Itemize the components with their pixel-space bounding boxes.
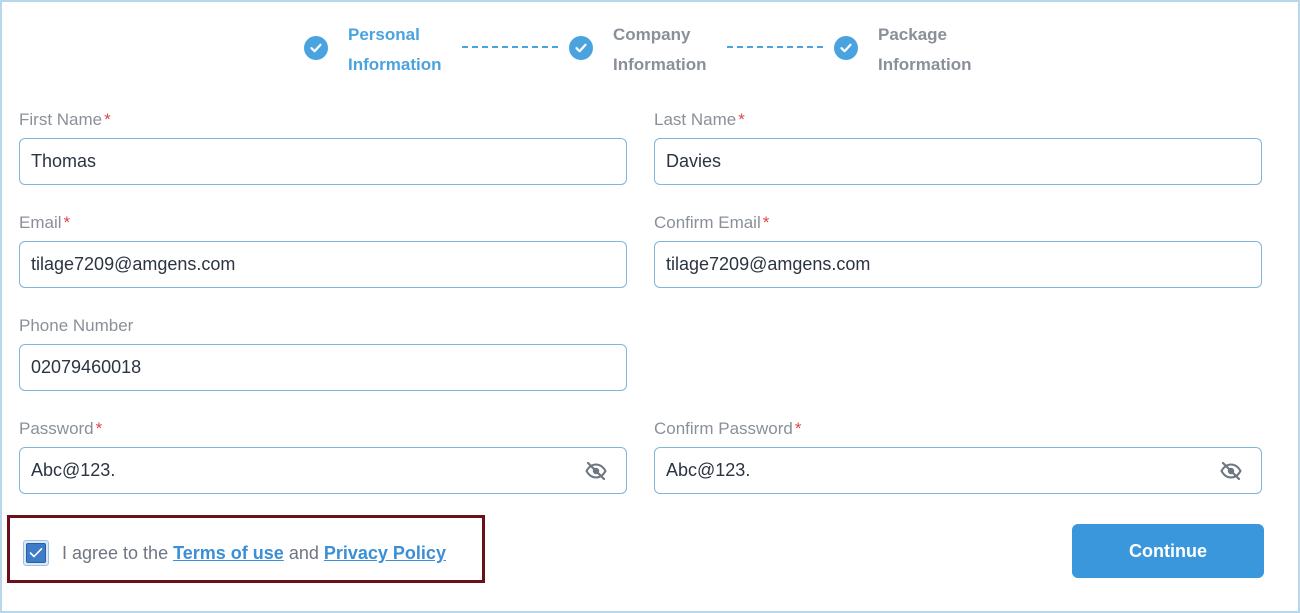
confirm-email-input[interactable] bbox=[666, 254, 1249, 275]
email-label: Email bbox=[19, 213, 62, 232]
confirm-password-input[interactable] bbox=[666, 460, 1219, 481]
agreement-conjunction: and bbox=[288, 543, 319, 563]
eye-slash-icon[interactable] bbox=[584, 459, 608, 483]
step-label: Company Information bbox=[613, 25, 707, 74]
email-field: Email * bbox=[19, 212, 627, 288]
required-mark: * bbox=[762, 213, 770, 232]
first-name-input[interactable] bbox=[31, 151, 614, 172]
email-input[interactable] bbox=[31, 254, 614, 275]
continue-button[interactable]: Continue bbox=[1072, 524, 1264, 578]
form-container: Personal Information Company Information P… bbox=[0, 0, 1300, 613]
password-input-box bbox=[19, 447, 627, 494]
phone-number-field: Phone Number bbox=[19, 315, 627, 391]
last-name-input-box bbox=[654, 138, 1262, 185]
first-name-input-box bbox=[19, 138, 627, 185]
required-mark: * bbox=[738, 110, 745, 129]
step-label: Package Information bbox=[878, 25, 972, 74]
agreement-prefix: I agree to the bbox=[62, 543, 169, 563]
confirm-email-label: Confirm Email bbox=[654, 213, 761, 232]
phone-number-input[interactable] bbox=[31, 357, 614, 378]
phone-number-label: Phone Number bbox=[19, 316, 134, 335]
email-input-box bbox=[19, 241, 627, 288]
required-mark: * bbox=[63, 213, 71, 232]
step-company-information[interactable]: Company Information bbox=[569, 20, 707, 80]
agree-checkbox[interactable] bbox=[23, 540, 49, 566]
step-connector bbox=[462, 46, 558, 48]
check-circle-icon bbox=[304, 36, 328, 60]
eye-slash-icon[interactable] bbox=[1219, 459, 1243, 483]
terms-of-use-link[interactable]: Terms of use bbox=[173, 543, 284, 563]
checkmark-icon bbox=[26, 543, 46, 563]
confirm-password-input-box bbox=[654, 447, 1262, 494]
confirm-password-label: Confirm Password bbox=[654, 419, 793, 438]
password-input[interactable] bbox=[31, 460, 584, 481]
step-label: Personal Information bbox=[348, 25, 442, 74]
password-label: Password bbox=[19, 419, 94, 438]
step-connector bbox=[727, 46, 823, 48]
confirm-password-field: Confirm Password * bbox=[654, 418, 1262, 494]
step-personal-information[interactable]: Personal Information bbox=[304, 20, 442, 80]
check-circle-icon bbox=[569, 36, 593, 60]
step-package-information[interactable]: Package Information bbox=[834, 20, 972, 80]
first-name-label: First Name bbox=[19, 110, 103, 129]
required-mark: * bbox=[95, 419, 103, 438]
privacy-policy-link[interactable]: Privacy Policy bbox=[324, 543, 446, 563]
agreement-highlight: I agree to the Terms of use and Privacy … bbox=[7, 515, 485, 583]
required-mark: * bbox=[104, 110, 111, 129]
confirm-email-input-box bbox=[654, 241, 1262, 288]
confirm-email-field: Confirm Email * bbox=[654, 212, 1262, 288]
last-name-input[interactable] bbox=[666, 151, 1249, 172]
password-field: Password * bbox=[19, 418, 627, 494]
first-name-field: First Name * bbox=[19, 109, 627, 185]
last-name-field: Last Name * bbox=[654, 109, 1262, 185]
agreement-text: I agree to the Terms of use and Privacy … bbox=[62, 540, 446, 566]
last-name-label: Last Name bbox=[654, 110, 737, 129]
phone-number-input-box bbox=[19, 344, 627, 391]
required-mark: * bbox=[794, 419, 802, 438]
check-circle-icon bbox=[834, 36, 858, 60]
